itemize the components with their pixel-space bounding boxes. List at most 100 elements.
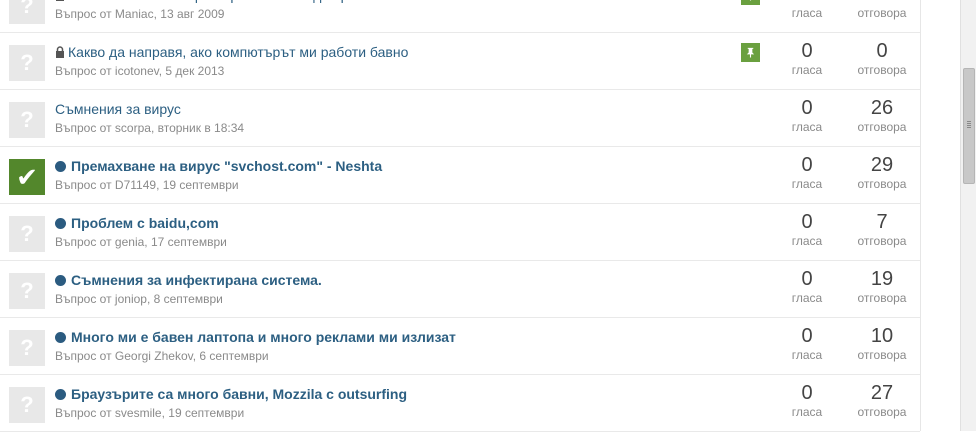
votes-count-block: 0 гласа	[777, 39, 837, 77]
scrollbar-grip-line	[967, 121, 971, 122]
votes-count: 0	[801, 97, 813, 119]
votes-label: гласа	[791, 177, 823, 191]
question-title-link[interactable]: Премахване на вирус "svchost.com" - Nesh…	[71, 158, 382, 174]
answers-count-block: 19 отговора	[848, 267, 916, 305]
answers-label: отговора	[857, 177, 907, 191]
question-mark-icon[interactable]: ?	[9, 387, 45, 423]
question-mark-icon[interactable]: ?	[9, 45, 45, 81]
answers-label: отговора	[857, 348, 907, 362]
unread-dot-icon	[55, 217, 66, 229]
answers-count-block: 2 отговора	[848, 0, 916, 20]
question-title-line: Браузърите са много бавни, Mozzila с out…	[55, 384, 407, 404]
question-mark-icon[interactable]: ?	[9, 273, 45, 309]
question-title-link[interactable]: Системата ми е инфектирана - какво да пр…	[68, 0, 402, 3]
answers-label: отговора	[857, 120, 907, 134]
check-mark-icon[interactable]: ✔	[9, 159, 45, 195]
unread-dot-icon	[55, 160, 66, 172]
answers-count-block: 10 отговора	[848, 324, 916, 362]
question-mark-icon[interactable]: ?	[9, 216, 45, 252]
question-row: ✔ Премахване на вирус "svchost.com" - Ne…	[0, 147, 920, 204]
page-background	[921, 0, 960, 431]
scrollbar-grip-line	[967, 127, 971, 128]
lock-icon	[56, 46, 64, 58]
votes-label: гласа	[791, 6, 823, 20]
question-title-line: Какво да направя, ако компютърът ми рабо…	[55, 42, 408, 62]
answers-label: отговора	[857, 6, 907, 20]
pin-icon	[741, 43, 760, 62]
question-title-line: Много ми е бавен лаптопа и много реклами…	[55, 327, 456, 347]
scrollbar-grip-line	[967, 125, 971, 126]
question-title-link[interactable]: Какво да направя, ако компютърът ми рабо…	[68, 44, 408, 60]
question-meta: Въпрос от Maniac, 13 авг 2009	[55, 7, 225, 21]
question-row: ? Много ми е бавен лаптопа и много рекла…	[0, 318, 920, 375]
scrollbar-grip-line	[967, 123, 971, 124]
question-title-line: Премахване на вирус "svchost.com" - Nesh…	[55, 156, 382, 176]
votes-label: гласа	[791, 291, 823, 305]
votes-count-block: 0 гласа	[777, 153, 837, 191]
answers-count-block: 0 отговора	[848, 39, 916, 77]
question-title-link[interactable]: Съмнения за вирус	[55, 101, 181, 117]
answers-count: 26	[870, 97, 894, 119]
question-row: ? Съмнения за вирус Въпрос от scorpa, вт…	[0, 90, 920, 147]
votes-count-block: 0 гласа	[777, 381, 837, 419]
votes-count-block: 0 гласа	[777, 324, 837, 362]
votes-count: 0	[801, 268, 813, 290]
votes-count: 0	[801, 211, 813, 233]
question-meta: Въпрос от svesmile, 19 септември	[55, 406, 245, 420]
answers-count-block: 27 отговора	[848, 381, 916, 419]
question-row: ? Какво да направя, ако компютърът ми ра…	[0, 33, 920, 90]
answers-count: 29	[870, 154, 894, 176]
question-list: ? Системата ми е инфектирана - какво да …	[0, 0, 921, 432]
votes-count-block: 0 гласа	[777, 0, 837, 20]
votes-label: гласа	[791, 405, 823, 419]
answers-count: 0	[876, 40, 888, 62]
votes-count: 0	[801, 154, 813, 176]
scrollbar-thumb[interactable]	[963, 68, 975, 184]
answers-label: отговора	[857, 234, 907, 248]
votes-count-block: 0 гласа	[777, 96, 837, 134]
votes-label: гласа	[791, 63, 823, 77]
unread-dot-icon	[55, 388, 66, 400]
question-meta: Въпрос от D71149, 19 септември	[55, 178, 239, 192]
votes-label: гласа	[791, 348, 823, 362]
votes-label: гласа	[791, 234, 823, 248]
answers-label: отговора	[857, 291, 907, 305]
votes-count-block: 0 гласа	[777, 210, 837, 248]
answers-count-block: 29 отговора	[848, 153, 916, 191]
answers-count: 27	[870, 382, 894, 404]
question-meta: Въпрос от joniop, 8 септември	[55, 292, 223, 306]
vertical-scrollbar[interactable]	[960, 0, 976, 431]
answers-count: 7	[876, 211, 888, 233]
question-mark-icon[interactable]: ?	[9, 102, 45, 138]
unread-dot-icon	[55, 331, 66, 343]
question-title-link[interactable]: Браузърите са много бавни, Mozzila с out…	[71, 386, 407, 402]
answers-count: 10	[870, 325, 894, 347]
answers-label: отговора	[857, 405, 907, 419]
question-title-link[interactable]: Много ми е бавен лаптопа и много реклами…	[71, 329, 456, 345]
question-row: ? Съмнения за инфектирана система. Въпро…	[0, 261, 920, 318]
question-mark-icon[interactable]: ?	[9, 0, 45, 24]
lock-icon	[56, 0, 64, 1]
question-title-link[interactable]: Съмнения за инфектирана система.	[71, 272, 322, 288]
question-mark-icon[interactable]: ?	[9, 330, 45, 366]
pin-icon	[741, 0, 760, 5]
votes-label: гласа	[791, 120, 823, 134]
question-meta: Въпрос от scorpa, вторник в 18:34	[55, 121, 245, 135]
answers-count-block: 26 отговора	[848, 96, 916, 134]
votes-count: 0	[801, 40, 813, 62]
answers-label: отговора	[857, 63, 907, 77]
question-title-line: Съмнения за инфектирана система.	[55, 270, 322, 290]
question-title-link[interactable]: Проблем с baidu,com	[71, 215, 219, 231]
unread-dot-icon	[55, 274, 66, 286]
votes-count: 0	[801, 382, 813, 404]
question-title-line: Съмнения за вирус	[55, 99, 181, 119]
question-meta: Въпрос от genia, 17 септември	[55, 235, 227, 249]
question-row: ? Проблем с baidu,com Въпрос от genia, 1…	[0, 204, 920, 261]
question-meta: Въпрос от Georgi Zhekov, 6 септември	[55, 349, 269, 363]
votes-count-block: 0 гласа	[777, 267, 837, 305]
question-row: ? Браузърите са много бавни, Mozzila с o…	[0, 375, 920, 432]
question-title-line: Проблем с baidu,com	[55, 213, 219, 233]
answers-count: 19	[870, 268, 894, 290]
question-title-line: Системата ми е инфектирана - какво да пр…	[55, 0, 402, 5]
question-meta: Въпрос от icotonev, 5 дек 2013	[55, 64, 225, 78]
